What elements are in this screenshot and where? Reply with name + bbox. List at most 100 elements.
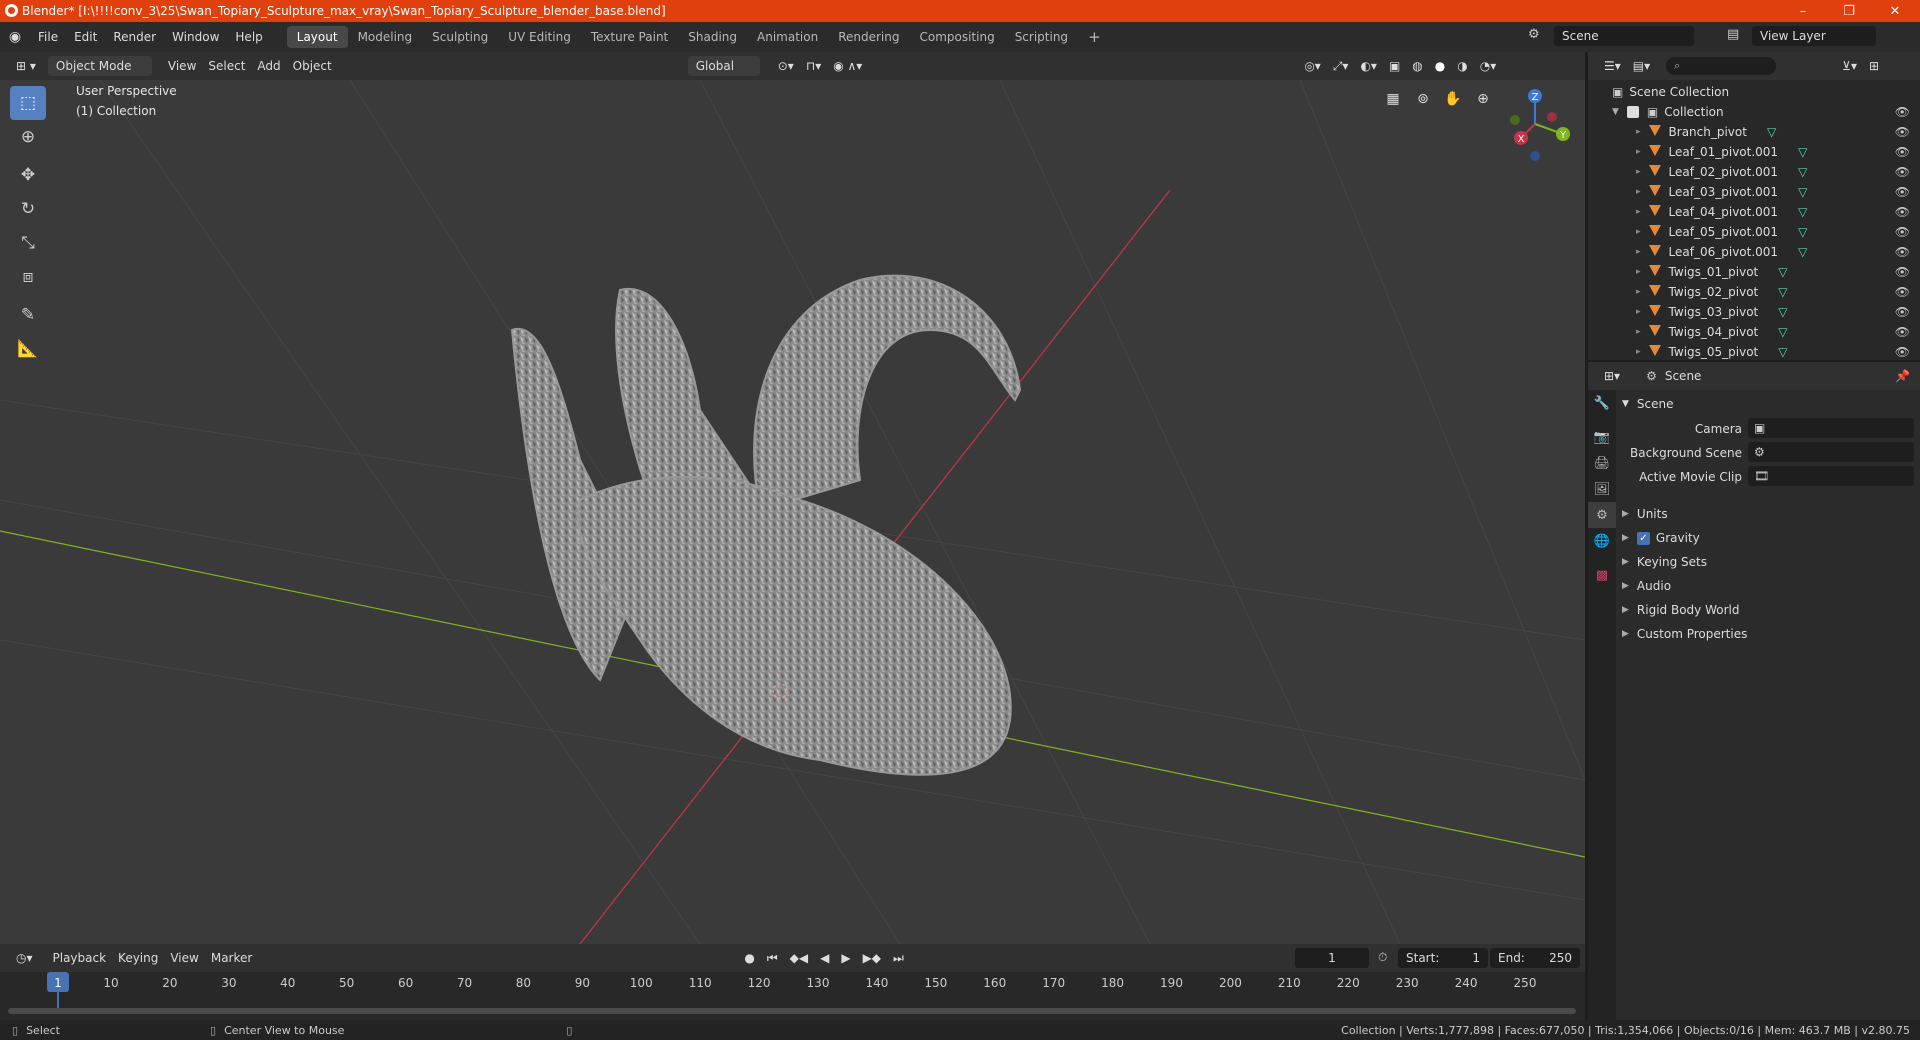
expand-object-icon[interactable]: ▸ xyxy=(1636,347,1641,357)
prev-keyframe-icon[interactable]: ◆◀ xyxy=(784,948,814,968)
subpanel-header[interactable]: ▶ ✓ Gravity xyxy=(1622,526,1914,550)
expand-object-icon[interactable]: ▸ xyxy=(1636,247,1641,257)
mesh-data-icon[interactable]: ▽ xyxy=(1778,285,1787,299)
record-icon[interactable]: ● xyxy=(738,948,760,968)
view-layer-field[interactable]: View Layer xyxy=(1752,26,1876,46)
collection-checkbox[interactable] xyxy=(1626,106,1639,118)
tab-modeling[interactable]: Modeling xyxy=(348,26,423,48)
eye-icon[interactable]: 👁 xyxy=(1895,345,1910,359)
tab-sculpting[interactable]: Sculpting xyxy=(422,26,498,48)
menu-select[interactable]: Select xyxy=(202,56,251,76)
rendered-shading-icon[interactable]: ◔▾ xyxy=(1474,56,1503,76)
expand-object-icon[interactable]: ▸ xyxy=(1636,147,1641,157)
outliner-object-row[interactable]: ▸ Leaf_04_pivot.001 ▽ 👁 xyxy=(1588,202,1920,222)
measure-tool-icon[interactable]: 📐 xyxy=(10,332,46,366)
timeline-area[interactable]: 1 10 20 30 40 50 60 70 80 90 100 110 120 130 140 150 160… xyxy=(0,972,1585,1020)
visibility-icon[interactable]: ◎▾ xyxy=(1298,56,1327,76)
jump-start-icon[interactable]: ⏮ xyxy=(761,948,784,968)
eye-icon[interactable]: 👁 xyxy=(1895,245,1910,259)
stopwatch-icon[interactable]: ⏱ xyxy=(1378,950,1387,965)
eye-icon[interactable]: 👁 xyxy=(1895,265,1910,279)
proportional-edit-icon[interactable]: ◉ ∧▾ xyxy=(827,56,868,76)
camera-field[interactable]: ▣ xyxy=(1748,418,1914,438)
mesh-data-icon[interactable]: ▽ xyxy=(1778,265,1787,279)
gravity-checkbox[interactable]: ✓ xyxy=(1636,531,1650,545)
transform-tool-icon[interactable]: ⧈ xyxy=(10,260,46,294)
menu-marker[interactable]: Marker xyxy=(205,948,258,968)
outliner-object-row[interactable]: ▸ Twigs_01_pivot ▽ 👁 xyxy=(1588,262,1920,282)
tab-texture-paint[interactable]: Texture Paint xyxy=(581,26,678,48)
annotate-tool-icon[interactable]: ✎ xyxy=(10,298,46,332)
mesh-data-icon[interactable]: ▽ xyxy=(1778,325,1787,339)
move-tool-icon[interactable]: ✥ xyxy=(10,158,46,192)
background-scene-field[interactable]: ⚙ xyxy=(1748,442,1914,462)
eye-icon[interactable]: 👁 xyxy=(1895,145,1910,159)
outliner-collection[interactable]: ▼ ▣ Collection 👁 xyxy=(1588,102,1920,122)
outliner-object-row[interactable]: ▸ Leaf_02_pivot.001 ▽ 👁 xyxy=(1588,162,1920,182)
expand-object-icon[interactable]: ▸ xyxy=(1636,127,1641,137)
expand-collection-icon[interactable]: ▼ xyxy=(1612,107,1619,117)
outliner-object-row[interactable]: ▸ Leaf_03_pivot.001 ▽ 👁 xyxy=(1588,182,1920,202)
mesh-data-icon[interactable]: ▽ xyxy=(1798,245,1807,259)
mesh-data-icon[interactable]: ▽ xyxy=(1767,125,1776,139)
mesh-data-icon[interactable]: ▽ xyxy=(1798,165,1807,179)
minimize-button[interactable]: – xyxy=(1780,0,1826,22)
texture-properties-tab-icon[interactable]: ▩ xyxy=(1588,562,1616,588)
subpanel-header[interactable]: ▶ Units xyxy=(1622,502,1914,526)
tab-scripting[interactable]: Scripting xyxy=(1005,26,1078,48)
tab-rendering[interactable]: Rendering xyxy=(828,26,909,48)
expand-object-icon[interactable]: ▸ xyxy=(1636,267,1641,277)
eye-icon[interactable]: 👁 xyxy=(1895,105,1910,119)
subpanel-header[interactable]: ▶ Keying Sets xyxy=(1622,550,1914,574)
display-mode-icon[interactable]: ▤▾ xyxy=(1627,56,1656,76)
timeline-scrollbar[interactable] xyxy=(8,1008,1576,1014)
expand-object-icon[interactable]: ▸ xyxy=(1636,287,1641,297)
blender-menu-icon[interactable]: ◉ xyxy=(0,29,30,45)
menu-edit[interactable]: Edit xyxy=(66,26,105,48)
outliner-object-row[interactable]: ▸ Twigs_04_pivot ▽ 👁 xyxy=(1588,322,1920,342)
tab-animation[interactable]: Animation xyxy=(747,26,828,48)
outliner-object-row[interactable]: ▸ Leaf_05_pivot.001 ▽ 👁 xyxy=(1588,222,1920,242)
current-frame-field[interactable]: 1 xyxy=(1295,948,1369,968)
rotate-tool-icon[interactable]: ↻ xyxy=(10,192,46,226)
tab-uv-editing[interactable]: UV Editing xyxy=(498,26,581,48)
outliner-object-row[interactable]: ▸ Branch_pivot ▽ 👁 xyxy=(1588,122,1920,142)
expand-object-icon[interactable]: ▸ xyxy=(1636,207,1641,217)
expand-object-icon[interactable]: ▸ xyxy=(1636,167,1641,177)
expand-object-icon[interactable]: ▸ xyxy=(1636,227,1641,237)
zoom-view-icon[interactable]: ⊕ xyxy=(1470,86,1496,112)
timeline-editor-icon[interactable]: ◷▾ xyxy=(10,948,39,968)
scene-panel-header[interactable]: ▼ Scene xyxy=(1622,392,1914,416)
tool-properties-tab-icon[interactable]: 🔧 xyxy=(1588,390,1616,416)
eye-icon[interactable]: 👁 xyxy=(1895,165,1910,179)
eye-icon[interactable]: 👁 xyxy=(1895,205,1910,219)
scene-properties-tab-icon[interactable]: ⚙ xyxy=(1588,502,1616,528)
outliner-editor-icon[interactable]: ☰▾ xyxy=(1598,56,1627,76)
mesh-data-icon[interactable]: ▽ xyxy=(1778,305,1787,319)
outliner-object-row[interactable]: ▸ Twigs_02_pivot ▽ 👁 xyxy=(1588,282,1920,302)
pin-icon[interactable]: 📌 xyxy=(1895,369,1910,383)
outliner-object-row[interactable]: ▸ Twigs_03_pivot ▽ 👁 xyxy=(1588,302,1920,322)
menu-timeline-view[interactable]: View xyxy=(164,948,204,968)
eye-icon[interactable]: 👁 xyxy=(1895,325,1910,339)
scene-selector-icon[interactable]: ⚙ xyxy=(1528,27,1540,42)
solid-shading-icon[interactable]: ● xyxy=(1429,56,1451,76)
scale-tool-icon[interactable]: ⤡ xyxy=(10,226,46,260)
menu-playback[interactable]: Playback xyxy=(47,948,113,968)
world-properties-tab-icon[interactable]: 🌐 xyxy=(1588,528,1616,554)
wireframe-shading-icon[interactable]: ◍ xyxy=(1406,56,1428,76)
pivot-icon[interactable]: ⊙▾ xyxy=(772,56,800,76)
mesh-data-icon[interactable]: ▽ xyxy=(1798,225,1807,239)
editor-type-icon[interactable]: ⊞ ▾ xyxy=(10,56,42,76)
subpanel-header[interactable]: ▶ Audio xyxy=(1622,574,1914,598)
menu-keying[interactable]: Keying xyxy=(112,948,164,968)
play-icon[interactable]: ▶ xyxy=(835,948,856,968)
camera-view-icon[interactable]: ⊚ xyxy=(1410,86,1436,112)
eye-icon[interactable]: 👁 xyxy=(1895,225,1910,239)
menu-add[interactable]: Add xyxy=(251,56,286,76)
expand-object-icon[interactable]: ▸ xyxy=(1636,327,1641,337)
start-frame-field[interactable]: Start: 1 xyxy=(1398,948,1488,968)
menu-window[interactable]: Window xyxy=(164,26,227,48)
menu-file[interactable]: File xyxy=(30,26,66,48)
properties-editor-icon[interactable]: ⊞▾ xyxy=(1598,366,1626,386)
